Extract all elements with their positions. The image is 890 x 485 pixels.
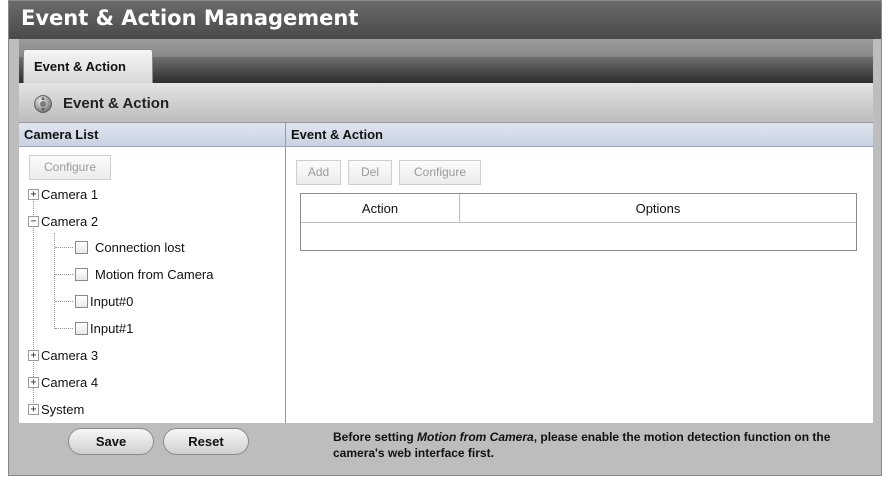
- add-button[interactable]: Add: [296, 160, 341, 185]
- table-header-row: Action Options: [301, 194, 856, 223]
- event-checkbox[interactable]: [75, 322, 88, 335]
- camera-list-title: Camera List: [24, 127, 99, 142]
- expand-plus-icon[interactable]: +: [28, 404, 39, 415]
- tab-label: Event & Action: [34, 59, 126, 74]
- tree-item-label: Camera 3: [41, 348, 99, 363]
- app-title: Event & Action Management: [21, 6, 359, 30]
- tree-item-label: Camera 4: [41, 375, 99, 390]
- reset-button[interactable]: Reset: [163, 428, 249, 455]
- action-configure-button[interactable]: Configure: [399, 160, 481, 185]
- event-label: Input#1: [90, 321, 134, 336]
- tree-line: [55, 328, 73, 329]
- event-checkbox[interactable]: [75, 268, 88, 281]
- event-connection-lost[interactable]: Connection lost: [75, 238, 275, 258]
- tree-item-camera-1[interactable]: + Camera 1: [28, 185, 228, 205]
- camera-list-header: Camera List: [19, 123, 285, 147]
- motion-detection-note: Before setting Motion from Camera, pleas…: [333, 429, 853, 461]
- event-label: Input#0: [90, 294, 134, 309]
- action-table: Action Options: [300, 193, 857, 251]
- event-label: Connection lost: [95, 240, 185, 255]
- app-window: Event & Action Management Event & Action…: [8, 0, 882, 476]
- event-input-0[interactable]: Input#0: [75, 292, 275, 312]
- event-checkbox[interactable]: [75, 241, 88, 254]
- panel-title: Event & Action: [63, 95, 170, 112]
- event-input-1[interactable]: Input#1: [75, 319, 275, 339]
- save-button[interactable]: Save: [68, 428, 154, 455]
- tree-line: [55, 301, 73, 302]
- footer-bar: Save Reset Before setting Motion from Ca…: [19, 423, 873, 461]
- tab-strip: Event & Action: [19, 39, 873, 83]
- main-panel: Event & Action Camera List Configure + C…: [19, 83, 873, 461]
- expand-plus-icon[interactable]: +: [28, 377, 39, 388]
- tree-item-camera-2[interactable]: − Camera 2: [28, 212, 228, 232]
- tree-item-label: Camera 1: [41, 187, 99, 202]
- column-header-action[interactable]: Action: [301, 201, 459, 216]
- del-button[interactable]: Del: [348, 160, 392, 185]
- tree-item-label: Camera 2: [41, 214, 99, 229]
- event-label: Motion from Camera: [95, 267, 214, 282]
- event-action-header: Event & Action: [286, 123, 873, 147]
- gear-icon: [34, 95, 52, 113]
- collapse-minus-icon[interactable]: −: [28, 216, 39, 227]
- expand-plus-icon[interactable]: +: [28, 350, 39, 361]
- note-prefix: Before setting: [333, 430, 418, 444]
- camera-configure-button[interactable]: Configure: [29, 155, 111, 180]
- event-motion-from-camera[interactable]: Motion from Camera: [75, 265, 275, 285]
- event-action-title: Event & Action: [291, 127, 383, 142]
- note-emphasis: Motion from Camera: [417, 430, 534, 444]
- tree-item-camera-4[interactable]: + Camera 4: [28, 373, 228, 393]
- tree-item-system[interactable]: + System: [28, 400, 228, 420]
- camera-list-pane: Camera List Configure + Camera 1 − Camer…: [19, 123, 286, 459]
- tree-item-camera-3[interactable]: + Camera 3: [28, 346, 228, 366]
- title-bar: Event & Action Management: [9, 1, 881, 39]
- panel-header: Event & Action: [19, 83, 873, 123]
- tree-line: [55, 247, 73, 248]
- expand-plus-icon[interactable]: +: [28, 189, 39, 200]
- tab-event-action[interactable]: Event & Action: [23, 49, 153, 83]
- tree-item-label: System: [41, 402, 85, 417]
- tree-line: [55, 274, 73, 275]
- event-action-pane: Event & Action Add Del Configure Action …: [286, 123, 873, 459]
- column-header-options[interactable]: Options: [460, 201, 856, 216]
- event-checkbox[interactable]: [75, 295, 88, 308]
